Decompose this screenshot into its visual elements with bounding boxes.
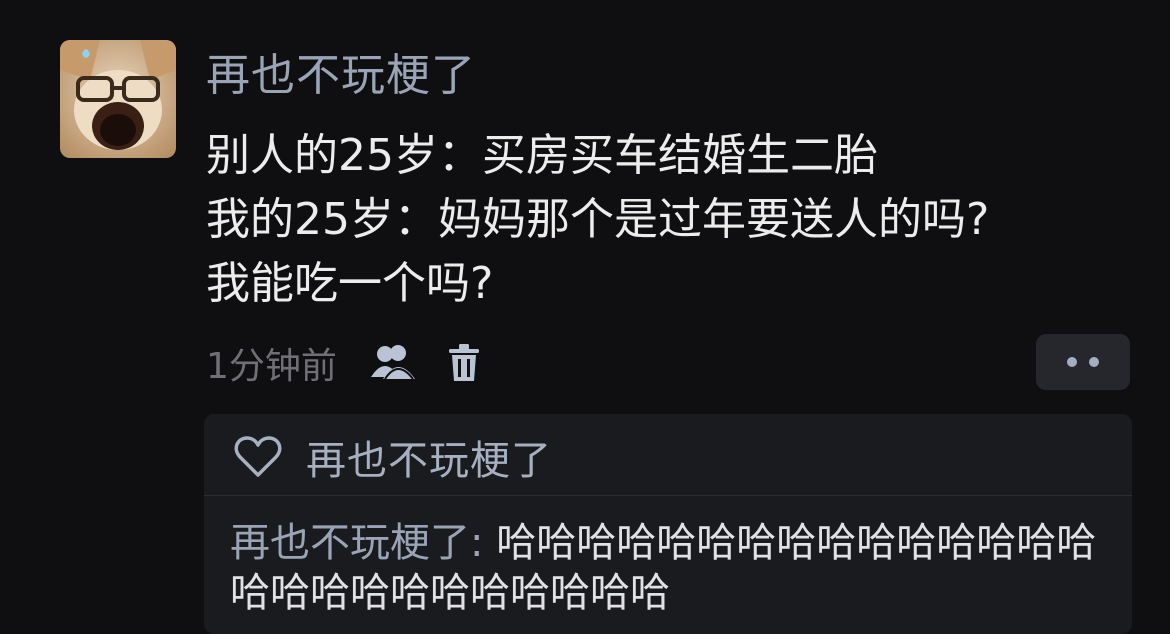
post-meta: 1分钟前 <box>206 338 481 388</box>
user-icon[interactable] <box>370 343 417 383</box>
post-line: 我的25岁：妈妈那个是过年要送人的吗? <box>206 194 990 245</box>
heart-icon[interactable] <box>234 436 282 478</box>
more-button[interactable] <box>1036 334 1130 390</box>
likes-row: 再也不玩梗了 <box>234 432 552 484</box>
post-time: 1分钟前 <box>206 346 337 387</box>
liked-by-user[interactable]: 再也不玩梗了 <box>306 428 552 486</box>
reply-box: 再也不玩梗了 再也不玩梗了: 哈哈哈哈哈哈哈哈哈哈哈哈哈哈哈哈哈哈哈哈哈哈哈哈哈… <box>204 414 1132 634</box>
post-username[interactable]: 再也不玩梗了 <box>206 48 476 104</box>
avatar[interactable] <box>60 40 176 158</box>
more-dots-icon <box>1067 357 1077 367</box>
post-content: 别人的25岁：买房买车结婚生二胎我的25岁：妈妈那个是过年要送人的吗? 我能吃一个… <box>206 124 989 316</box>
more-dots-icon <box>1089 357 1099 367</box>
post-line: 别人的25岁：买房买车结婚生二胎 <box>206 130 878 181</box>
post-line: 我能吃一个吗? <box>206 258 494 309</box>
divider <box>204 495 1132 496</box>
reply-author[interactable]: 再也不玩梗了: <box>230 520 483 566</box>
reply-comment: 再也不玩梗了: 哈哈哈哈哈哈哈哈哈哈哈哈哈哈哈哈哈哈哈哈哈哈哈哈哈哈 <box>230 518 1130 618</box>
trash-icon[interactable] <box>447 343 481 383</box>
